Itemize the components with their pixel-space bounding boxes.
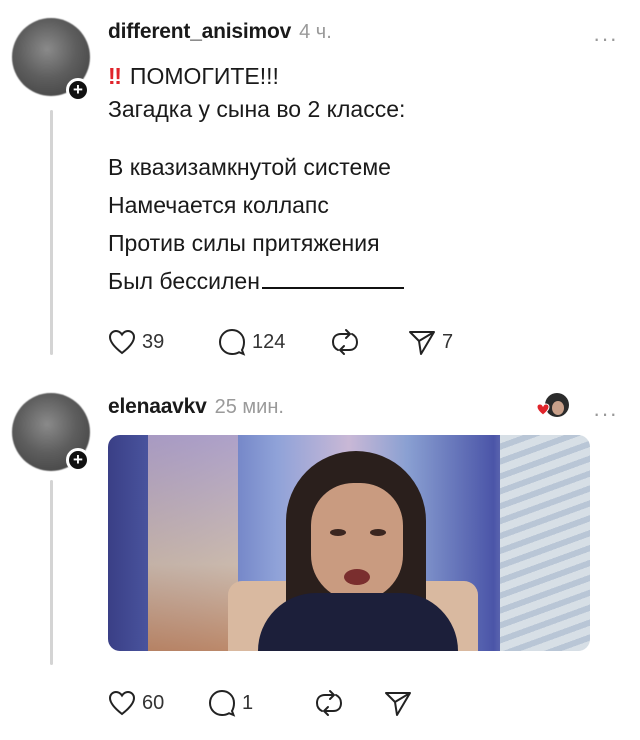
comment-button[interactable]: 1 bbox=[208, 689, 314, 717]
follow-plus-icon[interactable]: + bbox=[66, 78, 90, 102]
image-background bbox=[148, 435, 238, 651]
double-exclamation-icon: ‼ bbox=[108, 63, 122, 89]
username[interactable]: elenaavkv bbox=[108, 395, 207, 419]
riddle: В квазизамкнутой системе Намечается колл… bbox=[108, 148, 404, 300]
share-button[interactable]: 7 bbox=[408, 328, 488, 356]
answer-blank bbox=[261, 267, 404, 289]
like-count: 39 bbox=[142, 330, 165, 353]
send-icon bbox=[385, 692, 411, 716]
riddle-line: Намечается коллапс bbox=[108, 192, 329, 218]
thread-line bbox=[50, 480, 53, 665]
heart-icon bbox=[108, 690, 136, 716]
riddle-line: Против силы притяжения bbox=[108, 230, 380, 256]
action-bar: 39 124 7 bbox=[108, 327, 488, 357]
post-header: elenaavkv 25 мин. bbox=[108, 395, 284, 419]
post-title: ПОМОГИТЕ!!! bbox=[129, 63, 279, 89]
post-text: ‼ ПОМОГИТЕ!!! Загадка у сына во 2 классе: bbox=[108, 60, 405, 126]
image-background bbox=[500, 435, 590, 651]
action-bar: 60 1 bbox=[108, 688, 434, 718]
image-person-body bbox=[258, 593, 458, 651]
comment-icon bbox=[218, 328, 246, 356]
thread-line bbox=[50, 110, 53, 355]
repost-icon bbox=[315, 690, 343, 716]
riddle-line-last: Был бессилен bbox=[108, 262, 404, 300]
riddle-line: Был бессилен bbox=[108, 268, 260, 294]
riddle-line: В квазизамкнутой системе bbox=[108, 154, 391, 180]
post-elenaavkv: + elenaavkv 25 мин. ··· 60 1 bbox=[0, 375, 640, 740]
share-button[interactable] bbox=[384, 689, 434, 717]
repost-button[interactable] bbox=[330, 328, 408, 356]
image-person-eye bbox=[370, 529, 386, 536]
share-count: 7 bbox=[442, 330, 454, 353]
post-different-anisimov: + different_anisimov 4 ч. ··· ‼ ПОМОГИТЕ!… bbox=[0, 0, 640, 375]
post-header: different_anisimov 4 ч. bbox=[108, 20, 332, 44]
post-intro: Загадка у сына во 2 классе: bbox=[108, 96, 406, 122]
comment-button[interactable]: 124 bbox=[218, 328, 330, 356]
username[interactable]: different_anisimov bbox=[108, 20, 291, 44]
comment-count: 1 bbox=[242, 691, 254, 714]
send-icon bbox=[409, 331, 435, 355]
comment-icon bbox=[208, 689, 236, 717]
image-person-mouth bbox=[344, 569, 370, 585]
heart-icon bbox=[108, 329, 136, 355]
like-button[interactable]: 39 bbox=[108, 329, 218, 355]
timestamp: 4 ч. bbox=[299, 21, 332, 43]
image-person-eye bbox=[330, 529, 346, 536]
post-image[interactable] bbox=[108, 435, 590, 651]
comment-count: 124 bbox=[252, 330, 286, 353]
like-count: 60 bbox=[142, 691, 165, 714]
more-icon[interactable]: ··· bbox=[593, 28, 618, 50]
like-button[interactable]: 60 bbox=[108, 690, 208, 716]
repost-icon bbox=[331, 329, 359, 355]
more-icon[interactable]: ··· bbox=[593, 403, 618, 425]
follow-plus-icon[interactable]: + bbox=[66, 448, 90, 472]
repost-button[interactable] bbox=[314, 689, 384, 717]
liked-by-author-icon bbox=[536, 393, 569, 417]
timestamp: 25 мин. bbox=[214, 396, 284, 418]
